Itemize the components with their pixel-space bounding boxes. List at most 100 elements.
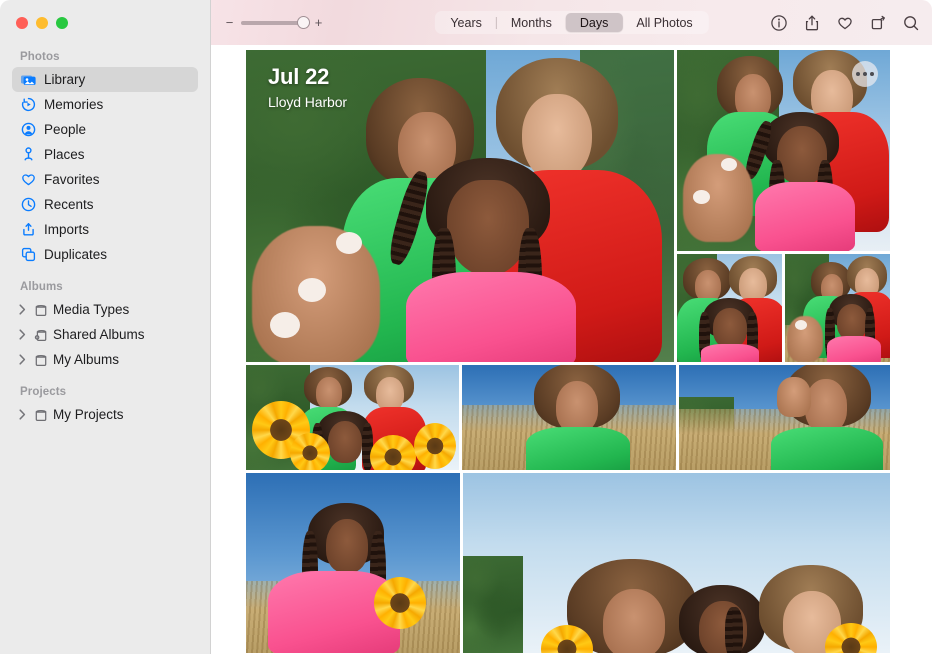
- clock-icon: [20, 196, 37, 213]
- tab-all-photos[interactable]: All Photos: [622, 13, 706, 32]
- figure-face: [804, 379, 847, 433]
- chevron-right-icon[interactable]: [16, 329, 28, 340]
- sidebar-item-label: Favorites: [44, 171, 100, 187]
- sidebar-item-imports[interactable]: Imports: [12, 217, 198, 242]
- figure-hand: [776, 377, 811, 417]
- sunflower: [374, 577, 426, 629]
- figure-torso: [526, 427, 631, 470]
- zoom-out-label[interactable]: −: [225, 16, 234, 29]
- tab-days[interactable]: Days: [565, 13, 623, 32]
- photo-thumbnail-9[interactable]: [463, 473, 890, 653]
- chevron-right-icon[interactable]: [16, 409, 28, 420]
- photo-grid-column: [677, 50, 890, 362]
- favorite-icon[interactable]: [835, 13, 854, 32]
- photo-thumbnail-5[interactable]: [246, 365, 460, 470]
- sidebar-item-label: Places: [44, 146, 85, 162]
- sidebar-section-header-projects: Projects: [20, 386, 67, 398]
- places-icon: [20, 146, 37, 163]
- zoom-slider-track[interactable]: [241, 16, 310, 29]
- photo-thumbnail-3[interactable]: [677, 254, 782, 362]
- photo-grid-row: Jul 22 Lloyd Harbor: [246, 50, 890, 362]
- photo-thumbnail-7[interactable]: [678, 365, 890, 470]
- photo-trees: [463, 555, 523, 653]
- more-options-button[interactable]: [852, 61, 878, 87]
- figure-torso: [701, 344, 759, 362]
- tab-years[interactable]: Years: [436, 13, 496, 32]
- main-area: − + Years Months Days All Photos Jul 22 …: [211, 0, 932, 654]
- sidebar-section-albums: Albums Media Types Shared Albums My Albu…: [0, 267, 210, 372]
- sidebar-item-label: My Albums: [53, 351, 120, 367]
- sidebar-item-shared-albums[interactable]: Shared Albums: [12, 322, 198, 347]
- sidebar-item-label: Imports: [44, 221, 90, 237]
- figure-torso: [755, 182, 855, 251]
- sidebar-item-my-albums[interactable]: My Albums: [12, 347, 198, 372]
- sidebar-item-label: Media Types: [53, 301, 130, 317]
- figure-face: [328, 421, 362, 463]
- folder-icon: [32, 301, 49, 318]
- sidebar-item-label: Shared Albums: [53, 326, 145, 342]
- sidebar-item-duplicates[interactable]: Duplicates: [12, 242, 198, 267]
- sidebar-item-people[interactable]: People: [12, 117, 198, 142]
- sidebar-item-my-projects[interactable]: My Projects: [12, 402, 198, 427]
- info-icon[interactable]: [769, 13, 788, 32]
- photo-thumbnail-8[interactable]: [246, 473, 460, 653]
- photo-thumbnail-hero[interactable]: Jul 22 Lloyd Harbor: [246, 50, 674, 362]
- figure-nail: [795, 320, 807, 330]
- figure-face: [713, 308, 747, 348]
- sidebar-item-label: Recents: [44, 196, 94, 212]
- figure-torso: [770, 427, 883, 470]
- photo-thumbnail-2[interactable]: [677, 50, 890, 251]
- sidebar-item-media-types[interactable]: Media Types: [12, 297, 198, 322]
- heart-icon: [20, 171, 37, 188]
- sidebar-section-header-photos: Photos: [20, 51, 60, 63]
- sidebar-section-photos: Photos Library Memories People Places Fa…: [0, 45, 210, 267]
- more-dot: [863, 72, 867, 76]
- figure-torso: [406, 272, 576, 362]
- zoom-slider-knob[interactable]: [297, 16, 310, 29]
- photo-thumbnail-4[interactable]: [785, 254, 890, 362]
- view-mode-segmented-control[interactable]: Years Months Days All Photos: [434, 11, 709, 34]
- sidebar-section-header-albums: Albums: [20, 281, 63, 293]
- sidebar-item-recents[interactable]: Recents: [12, 192, 198, 217]
- tab-months[interactable]: Months: [497, 13, 566, 32]
- sidebar-item-library[interactable]: Library: [12, 67, 198, 92]
- maximize-button[interactable]: [56, 16, 68, 29]
- figure-nail: [693, 190, 710, 204]
- photo-grid-row: [246, 365, 890, 470]
- duplicates-icon: [20, 246, 37, 263]
- sidebar-item-label: Memories: [44, 96, 104, 112]
- shared-folder-icon: [32, 326, 49, 343]
- rotate-icon[interactable]: [868, 13, 887, 32]
- figure-torso: [827, 336, 881, 362]
- figure-nail: [336, 232, 362, 254]
- chevron-right-icon[interactable]: [16, 304, 28, 315]
- photo-grid-row: [246, 473, 890, 653]
- figure-face: [739, 268, 767, 302]
- figure-face: [603, 589, 665, 653]
- toolbar-actions: [769, 13, 920, 32]
- close-button[interactable]: [16, 16, 28, 29]
- more-dot: [870, 72, 874, 76]
- sidebar-item-places[interactable]: Places: [12, 142, 198, 167]
- zoom-slider[interactable]: − +: [225, 16, 323, 29]
- figure-braid: [725, 607, 743, 653]
- sidebar-item-memories[interactable]: Memories: [12, 92, 198, 117]
- photo-thumbnail-6[interactable]: [462, 365, 676, 470]
- figure-nail: [298, 278, 326, 302]
- toolbar: − + Years Months Days All Photos: [211, 0, 932, 45]
- photo-grid-scroll-area[interactable]: Jul 22 Lloyd Harbor: [211, 45, 932, 654]
- sidebar-item-label: Duplicates: [44, 246, 108, 262]
- search-icon[interactable]: [901, 13, 920, 32]
- figure-face: [316, 377, 342, 409]
- traffic-lights: [0, 0, 210, 45]
- minimize-button[interactable]: [36, 16, 48, 29]
- figure-nail: [721, 158, 737, 171]
- sidebar-item-label: My Projects: [53, 406, 124, 422]
- zoom-in-label[interactable]: +: [314, 16, 323, 29]
- sidebar-item-favorites[interactable]: Favorites: [12, 167, 198, 192]
- share-icon[interactable]: [802, 13, 821, 32]
- figure-face: [837, 304, 867, 340]
- chevron-right-icon[interactable]: [16, 354, 28, 365]
- figure-face: [376, 377, 404, 411]
- more-dot: [856, 72, 860, 76]
